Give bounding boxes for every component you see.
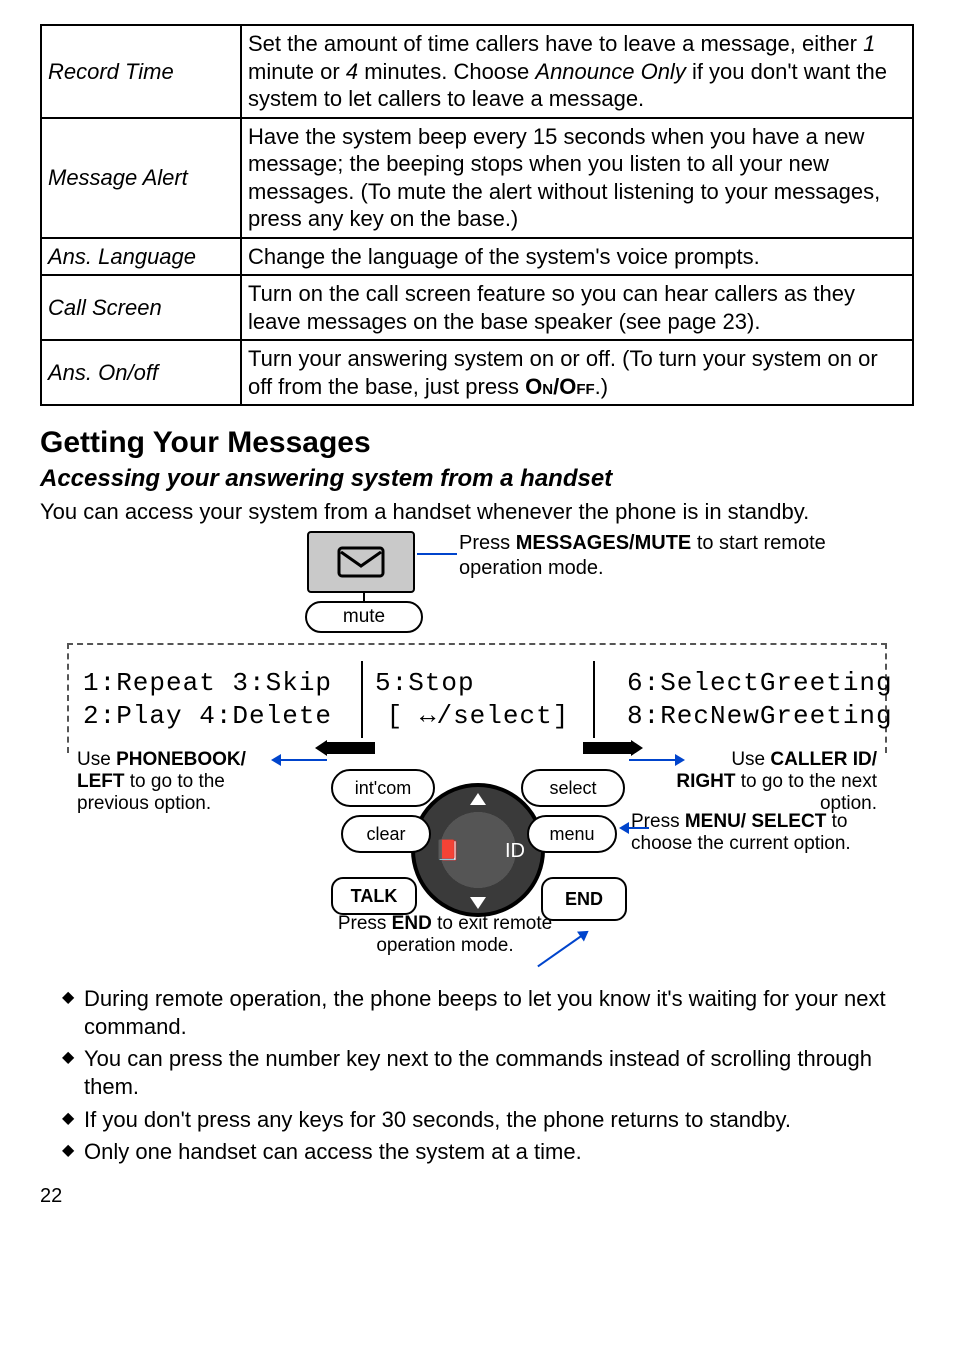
subsection-heading: Accessing your answering system from a h… xyxy=(40,464,914,494)
setting-desc: Set the amount of time callers have to l… xyxy=(241,25,913,118)
list-item: Only one handset can access the system a… xyxy=(62,1138,914,1166)
phonebook-hint: Use PHONEBOOK/ LEFT to go to the previou… xyxy=(77,749,287,815)
messages-mute-button xyxy=(307,531,415,593)
dashed-divider xyxy=(885,643,887,753)
end-hint: Press END to exit remote operation mode. xyxy=(315,913,575,957)
setting-name: Message Alert xyxy=(41,118,241,238)
section-heading: Getting Your Messages xyxy=(40,424,914,462)
table-row: Ans. On/off Turn your answering system o… xyxy=(41,340,913,405)
messages-instruction: Press MESSAGES/MUTE to start remote oper… xyxy=(459,531,859,581)
callerid-hint: Use CALLER ID/ RIGHT to go to the next o… xyxy=(667,749,877,815)
list-item: If you don't press any keys for 30 secon… xyxy=(62,1106,914,1134)
list-item: During remote operation, the phone beeps… xyxy=(62,985,914,1041)
table-row: Call Screen Turn on the call screen feat… xyxy=(41,275,913,340)
phonebook-icon: 📕 xyxy=(435,839,460,864)
setting-name: Call Screen xyxy=(41,275,241,340)
clear-button: clear xyxy=(341,815,431,853)
arrow-left-icon xyxy=(273,759,327,761)
setting-desc: Turn your answering system on or off. (T… xyxy=(241,340,913,405)
lcd-left-screen: 1:Repeat 3:Skip 2:Play 4:Delete xyxy=(83,667,333,732)
up-arrow-icon xyxy=(470,793,486,805)
setting-desc: Turn on the call screen feature so you c… xyxy=(241,275,913,340)
select-button: select xyxy=(521,769,625,807)
page-number: 22 xyxy=(40,1184,914,1209)
setting-name: Ans. Language xyxy=(41,238,241,276)
table-row: Record Time Set the amount of time calle… xyxy=(41,25,913,118)
envelope-icon xyxy=(337,546,385,578)
lcd-right-screen: 6:SelectGreeting 8:RecNewGreeting xyxy=(627,667,877,732)
setting-desc: Change the language of the system's voic… xyxy=(241,238,913,276)
menu-button: menu xyxy=(527,815,617,853)
setting-desc: Have the system beep every 15 seconds wh… xyxy=(241,118,913,238)
notes-list: During remote operation, the phone beeps… xyxy=(40,985,914,1166)
dpad-cluster: 📕 ID int'com select clear menu TALK END xyxy=(323,749,633,929)
arrow-right-icon xyxy=(629,759,683,761)
end-button: END xyxy=(541,877,627,921)
setting-name: Ans. On/off xyxy=(41,340,241,405)
pointer-line xyxy=(417,553,457,555)
list-item: You can press the number key next to the… xyxy=(62,1045,914,1101)
setting-name: Record Time xyxy=(41,25,241,118)
lcd-center-screen: 5:Stop [ ↔/select] xyxy=(361,661,595,738)
mute-button: mute xyxy=(305,601,423,633)
callerid-icon: ID xyxy=(505,839,525,864)
dashed-divider xyxy=(67,643,69,753)
table-row: Message Alert Have the system beep every… xyxy=(41,118,913,238)
talk-button: TALK xyxy=(331,877,417,915)
down-arrow-icon xyxy=(470,897,486,909)
menu-select-hint: Press MENU/ SELECT to choose the current… xyxy=(631,811,861,855)
dashed-divider xyxy=(67,643,887,645)
intro-text: You can access your system from a handse… xyxy=(40,498,914,526)
arrow-to-menu-icon xyxy=(621,827,649,829)
settings-table: Record Time Set the amount of time calle… xyxy=(40,24,914,406)
table-row: Ans. Language Change the language of the… xyxy=(41,238,913,276)
intcom-button: int'com xyxy=(331,769,435,807)
handset-diagram: mute Press MESSAGES/MUTE to start remote… xyxy=(67,531,887,971)
